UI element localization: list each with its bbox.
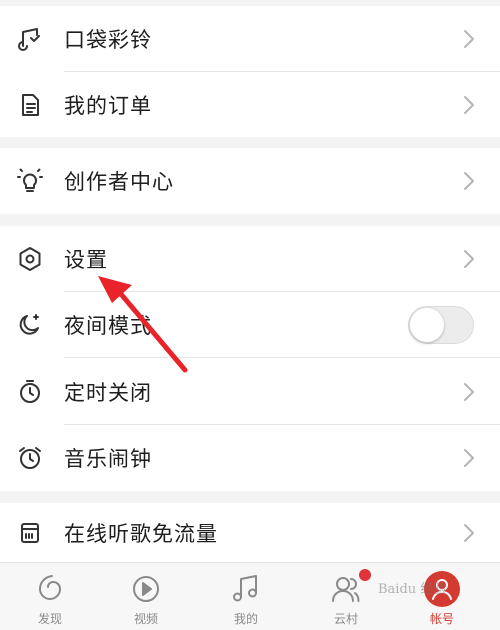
timer-icon — [16, 378, 44, 406]
menu-group-1: 口袋彩铃 我的订单 — [0, 6, 500, 137]
menu-item-label: 在线听歌免流量 — [64, 522, 218, 546]
chevron-right-icon — [464, 172, 474, 190]
chevron-right-icon — [464, 30, 474, 48]
watermark: Baidu 经验 — [378, 582, 447, 597]
tab-label: 发现 — [37, 612, 62, 626]
menu-group-3: 设置 夜间模式 定时关闭 音乐闹钟 — [0, 226, 500, 491]
menu-item-label: 我的订单 — [64, 94, 152, 118]
chevron-right-icon — [464, 250, 474, 268]
video-icon — [133, 576, 159, 602]
tab-mine[interactable]: 我的 — [196, 563, 296, 630]
menu-item-settings[interactable]: 设置 — [0, 226, 500, 292]
discover-icon — [38, 575, 62, 600]
toggle-knob — [410, 308, 444, 342]
order-icon — [16, 91, 44, 119]
chevron-right-icon — [464, 449, 474, 467]
chevron-right-icon — [464, 383, 474, 401]
tab-video[interactable]: 视频 — [96, 563, 196, 630]
tab-label: 我的 — [233, 612, 258, 626]
menu-item-label: 创作者中心 — [64, 170, 174, 194]
alarm-icon — [16, 444, 44, 472]
menu-item-creator-center[interactable]: 创作者中心 — [0, 148, 500, 214]
menu-item-music-alarm[interactable]: 音乐闹钟 — [0, 425, 500, 491]
lightbulb-icon — [16, 167, 44, 195]
ringtone-icon — [16, 25, 44, 53]
moon-icon — [16, 311, 44, 339]
notification-badge — [359, 569, 371, 581]
menu-item-ringtone[interactable]: 口袋彩铃 — [0, 6, 500, 72]
menu-item-label: 夜间模式 — [64, 314, 152, 338]
menu-item-sleep-timer[interactable]: 定时关闭 — [0, 359, 500, 425]
menu-item-my-orders[interactable]: 我的订单 — [0, 72, 500, 138]
menu-item-label: 音乐闹钟 — [64, 447, 152, 471]
menu-group-4: 在线听歌免流量 — [0, 503, 500, 563]
music-note-icon — [233, 575, 257, 602]
divider — [64, 357, 500, 358]
menu-item-label: 定时关闭 — [64, 381, 152, 405]
tab-discover[interactable]: 发现 — [0, 563, 100, 630]
tab-label: 云村 — [333, 612, 358, 626]
settings-icon — [16, 245, 44, 273]
chevron-right-icon — [464, 96, 474, 114]
menu-group-2: 创作者中心 — [0, 148, 500, 214]
tab-label: 帐号 — [429, 612, 454, 626]
menu-item-free-data[interactable]: 在线听歌免流量 — [0, 503, 500, 563]
sim-card-icon — [16, 519, 44, 547]
menu-item-label: 设置 — [64, 248, 108, 272]
night-mode-toggle[interactable] — [408, 306, 474, 344]
menu-item-label: 口袋彩铃 — [64, 28, 152, 52]
chevron-right-icon — [464, 524, 474, 542]
tab-label: 视频 — [133, 612, 158, 626]
menu-item-night-mode: 夜间模式 — [0, 292, 500, 358]
